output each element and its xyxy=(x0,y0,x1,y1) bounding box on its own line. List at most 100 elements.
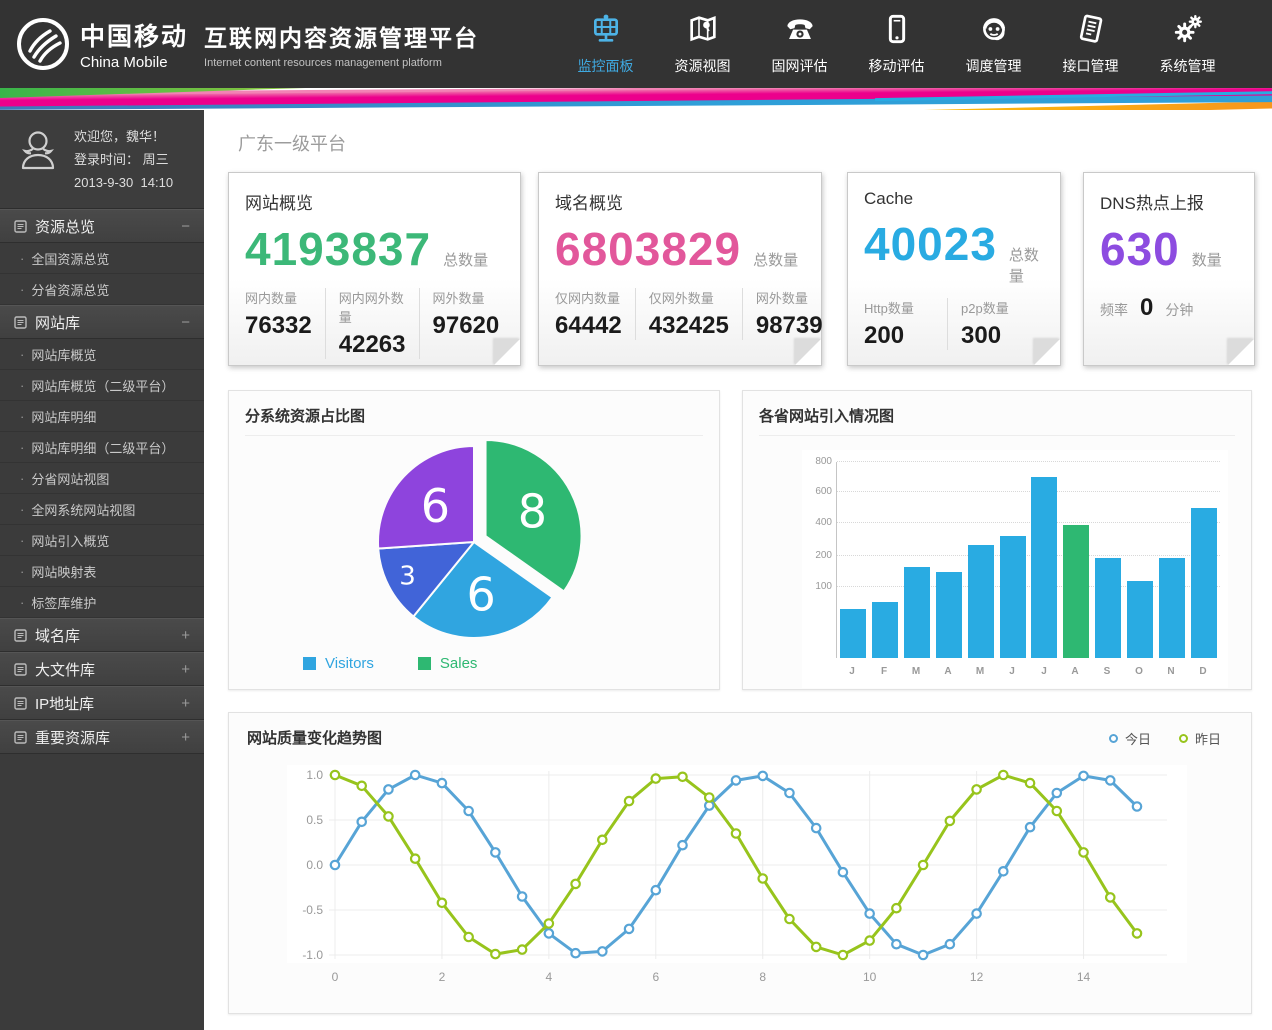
bar-chart-panel: 各省网站引入情况图 100200400600800 JFMAMJJASOND xyxy=(742,390,1252,690)
nav-item-dashboard[interactable]: 监控面板 xyxy=(557,13,654,76)
bullet-icon: · xyxy=(20,564,24,579)
expand-icon[interactable]: + xyxy=(181,661,190,678)
sidebar-item[interactable]: ·全国资源总览 xyxy=(0,243,204,274)
pie-slice-value: 8 xyxy=(518,485,547,539)
data-point xyxy=(1026,779,1034,787)
card-website-overview: 网站概览 4193837 总数量 网内数量 76332 网内网外数量 42263 xyxy=(228,172,521,366)
data-point xyxy=(598,836,606,844)
x-tick-label: 14 xyxy=(1077,970,1091,984)
x-tick-label: M xyxy=(964,666,996,677)
document-icon xyxy=(1075,13,1107,45)
card-title: 网站概览 xyxy=(245,189,504,214)
data-point xyxy=(1106,776,1114,784)
pie-slice-value: 6 xyxy=(421,479,450,533)
data-point xyxy=(571,949,579,957)
sidebar-item[interactable]: ·网站库明细（二级平台） xyxy=(0,432,204,463)
data-point xyxy=(518,945,526,953)
collapse-icon[interactable]: − xyxy=(181,218,190,235)
x-tick-label: O xyxy=(1123,666,1155,677)
nav-item-interface-mgmt[interactable]: 接口管理 xyxy=(1042,13,1139,76)
x-tick-label: 4 xyxy=(546,970,553,984)
sidebar-section-1[interactable]: 网站库 − xyxy=(0,305,204,339)
sidebar-item[interactable]: ·网站引入概览 xyxy=(0,525,204,556)
sidebar-item[interactable]: ·标签库维护 xyxy=(0,587,204,618)
card-title: DNS热点上报 xyxy=(1100,189,1238,214)
section-label: IP地址库 xyxy=(35,693,94,714)
data-point xyxy=(1053,807,1061,815)
telephone-icon xyxy=(784,13,816,45)
platform-title-group: 互联网内容资源管理平台 Internet content resources m… xyxy=(204,19,479,69)
card-title: Cache xyxy=(864,189,1044,209)
sidebar-item[interactable]: ·网站库明细 xyxy=(0,401,204,432)
data-point xyxy=(411,771,419,779)
card-stat: p2p数量 300 xyxy=(947,298,1044,350)
bullet-icon: · xyxy=(20,471,24,486)
section-label: 域名库 xyxy=(35,625,80,646)
x-tick-label: 12 xyxy=(970,970,984,984)
data-point xyxy=(331,771,339,779)
sidebar-menu: 资源总览−·全国资源总览·分省资源总览网站库 − ·网站库概览·网站库概览（二级平台… xyxy=(0,209,204,754)
data-point xyxy=(732,829,740,837)
bar-chart: 100200400600800 JFMAMJJASOND xyxy=(802,450,1228,688)
sidebar-item[interactable]: ·网站库概览（二级平台） xyxy=(0,370,204,401)
app-window: 中国移动 China Mobile 互联网内容资源管理平台 Internet c… xyxy=(0,0,1272,1030)
nav-item-system-mgmt[interactable]: 系统管理 xyxy=(1139,13,1236,76)
data-point xyxy=(358,782,366,790)
data-point xyxy=(411,855,419,863)
data-point xyxy=(892,940,900,948)
sidebar-section-3[interactable]: 大文件库+ xyxy=(0,652,204,686)
expand-icon[interactable]: + xyxy=(181,729,190,746)
expand-icon[interactable]: + xyxy=(181,627,190,644)
nav-item-fixed-network-eval[interactable]: 固网评估 xyxy=(751,13,848,76)
document-icon xyxy=(14,663,27,676)
sidebar-section-2[interactable]: 域名库 + xyxy=(0,618,204,652)
data-point xyxy=(919,861,927,869)
bullet-icon: · xyxy=(20,282,24,297)
nav-item-resource-view[interactable]: 资源视图 xyxy=(654,13,751,76)
expand-icon[interactable]: + xyxy=(181,695,190,712)
data-point xyxy=(919,951,927,959)
y-tick-label: 400 xyxy=(806,517,832,528)
y-tick-label: 600 xyxy=(806,486,832,497)
pie-slice-value: 3 xyxy=(399,561,416,591)
sidebar-item[interactable]: ·网站库概览 xyxy=(0,339,204,370)
pie-legend: Visitors Sales xyxy=(245,655,703,672)
brand-name-cn: 中国移动 xyxy=(80,17,188,53)
nav-label: 系统管理 xyxy=(1139,56,1236,76)
nav-item-dispatch-mgmt[interactable]: 调度管理 xyxy=(945,13,1042,76)
sidebar-section-5[interactable]: 重要资源库+ xyxy=(0,720,204,754)
bullet-icon: · xyxy=(20,251,24,266)
legend-item-today[interactable]: 今日 xyxy=(1109,729,1151,748)
data-point xyxy=(705,793,713,801)
legend-item-yesterday[interactable]: 昨日 xyxy=(1179,729,1221,748)
nav-label: 资源视图 xyxy=(654,56,751,76)
sidebar-section-4[interactable]: IP地址库 + xyxy=(0,686,204,720)
data-point xyxy=(759,772,767,780)
legend-item-sales[interactable]: Sales xyxy=(418,655,478,672)
data-point xyxy=(518,892,526,900)
pie-chart-title: 分系统资源占比图 xyxy=(245,405,703,436)
sidebar-item[interactable]: ·全网系统网站视图 xyxy=(0,494,204,525)
bar-J-6 xyxy=(1031,477,1057,658)
sidebar-item[interactable]: ·网站映射表 xyxy=(0,556,204,587)
legend-item-visitors[interactable]: Visitors xyxy=(303,655,374,672)
sidebar-section-0[interactable]: 资源总览− xyxy=(0,209,204,243)
legend-swatch-icon xyxy=(303,657,316,670)
bar-J-5 xyxy=(1000,536,1026,658)
sidebar-item[interactable]: ·分省网站视图 xyxy=(0,463,204,494)
data-point xyxy=(1079,772,1087,780)
card-domain-overview: 域名概览 6803829 总数量 仅网内数量 64442 仅网外数量 43242… xyxy=(538,172,822,366)
bar-chart-title: 各省网站引入情况图 xyxy=(759,405,1235,436)
collapse-icon[interactable]: − xyxy=(181,314,190,331)
data-point xyxy=(732,776,740,784)
data-point xyxy=(999,771,1007,779)
card-big-number: 40023 xyxy=(864,217,997,271)
user-panel: 欢迎您，魏华！ 登录时间： 周三 2013-9-30 14:10 xyxy=(0,110,204,209)
nav-item-mobile-eval[interactable]: 移动评估 xyxy=(848,13,945,76)
user-info: 欢迎您，魏华！ 登录时间： 周三 2013-9-30 14:10 xyxy=(74,126,173,194)
bar-S-8 xyxy=(1095,558,1121,658)
avatar-icon xyxy=(14,126,62,174)
welcome-text: 欢迎您，魏华！ xyxy=(74,126,173,149)
sidebar-item[interactable]: ·分省资源总览 xyxy=(0,274,204,305)
section-label: 网站库 xyxy=(35,312,80,333)
